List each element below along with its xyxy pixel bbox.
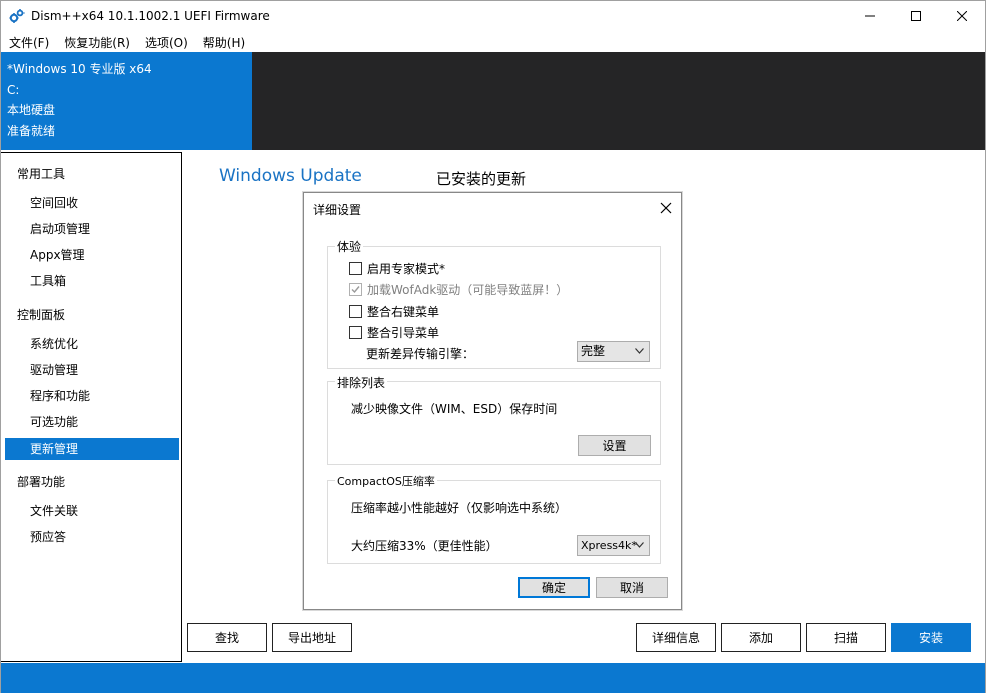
exclusion-description: 减少映像文件（WIM、ESD）保存时间	[351, 402, 558, 416]
settings-dialog: 详细设置 体验 启用专家模式* 加载WofAdk驱动（可能导致蓝屏！） 整合右键…	[303, 192, 682, 610]
menu-file[interactable]: 文件(F)	[1, 31, 56, 52]
sidebar: 常用工具 空间回收 启动项管理 Appx管理 工具箱 控制面板 系统优化 驱动管…	[1, 152, 182, 662]
drive-letter: C:	[7, 82, 20, 97]
app-window: Dism++x64 10.1.1002.1 UEFI Firmware 文件(F…	[0, 0, 986, 693]
compactos-description: 压缩率越小性能越好（仅影响选中系统）	[351, 501, 568, 515]
sidebar-item-system-optimize[interactable]: 系统优化	[5, 333, 179, 355]
exclusion-settings-button[interactable]: 设置	[578, 435, 651, 456]
compression-ratio-label: 大约压缩33%（更佳性能）	[351, 539, 498, 553]
boot-menu-option[interactable]: 整合引导菜单	[349, 324, 439, 340]
context-menu-option[interactable]: 整合右键菜单	[349, 303, 439, 319]
sidebar-item-optional-features[interactable]: 可选功能	[5, 411, 179, 433]
sidebar-item-drivers[interactable]: 驱动管理	[5, 359, 179, 381]
compression-select-value: Xpress4k*	[581, 539, 637, 552]
exclusion-legend: 排除列表	[335, 374, 388, 391]
system-info-panel[interactable]: *Windows 10 专业版 x64 C: 本地硬盘 准备就绪	[1, 52, 252, 150]
sidebar-item-startup[interactable]: 启动项管理	[5, 218, 179, 240]
window-title: Dism++x64 10.1.1002.1 UEFI Firmware	[31, 9, 270, 23]
boot-menu-label: 整合引导菜单	[367, 325, 440, 340]
context-menu-checkbox[interactable]	[349, 304, 362, 318]
sidebar-item-file-assoc[interactable]: 文件关联	[5, 500, 179, 522]
engine-label: 更新差异传输引擎：	[366, 347, 475, 361]
compactos-legend: CompactOS压缩率	[335, 473, 437, 489]
experience-legend: 体验	[335, 238, 364, 255]
expert-mode-label: 启用专家模式*	[367, 261, 446, 276]
boot-menu-checkbox[interactable]	[349, 325, 362, 339]
close-icon	[957, 11, 967, 21]
status-text: 准备就绪	[7, 123, 56, 138]
checkmark-icon	[351, 285, 360, 293]
chevron-down-icon	[635, 542, 644, 548]
add-button[interactable]: 添加	[721, 623, 801, 652]
sidebar-item-programs[interactable]: 程序和功能	[5, 385, 179, 407]
compression-select[interactable]: Xpress4k*	[577, 535, 650, 556]
sidebar-item-answer-file[interactable]: 预应答	[5, 526, 179, 548]
menu-options[interactable]: 选项(O)	[137, 31, 195, 52]
scan-button[interactable]: 扫描	[806, 623, 886, 652]
sidebar-group-deploy: 部署功能	[17, 475, 66, 489]
find-button[interactable]: 查找	[187, 623, 267, 652]
status-bar	[1, 663, 985, 693]
sidebar-item-appx[interactable]: Appx管理	[5, 244, 179, 266]
os-name: *Windows 10 专业版 x64	[7, 62, 152, 76]
system-list-area	[252, 52, 985, 150]
context-menu-label: 整合右键菜单	[367, 304, 440, 319]
close-icon[interactable]	[659, 201, 673, 215]
sidebar-group-control-panel: 控制面板	[17, 308, 66, 322]
minimize-button[interactable]	[847, 1, 893, 31]
export-address-button[interactable]: 导出地址	[272, 623, 352, 652]
chevron-down-icon	[635, 348, 644, 354]
engine-select-value: 完整	[581, 344, 606, 358]
sidebar-item-toolbox[interactable]: 工具箱	[5, 270, 179, 292]
menu-help[interactable]: 帮助(H)	[195, 31, 252, 52]
gear-icon	[9, 9, 25, 23]
cancel-button[interactable]: 取消	[596, 577, 668, 598]
sidebar-group-common-tools: 常用工具	[17, 167, 66, 181]
disk-type: 本地硬盘	[7, 103, 56, 117]
page-subtitle: 已安装的更新	[436, 170, 527, 188]
wofadk-option: 加载WofAdk驱动（可能导致蓝屏！）	[349, 281, 568, 297]
menu-bar: 文件(F) 恢复功能(R) 选项(O) 帮助(H)	[1, 31, 985, 52]
wofadk-checkbox	[349, 282, 362, 296]
maximize-button[interactable]	[893, 1, 939, 31]
maximize-icon	[911, 11, 921, 21]
dialog-title: 详细设置	[313, 203, 362, 217]
expert-mode-checkbox[interactable]	[349, 261, 362, 275]
engine-select[interactable]: 完整	[577, 341, 650, 362]
page-title: Windows Update	[219, 166, 362, 186]
wofadk-label: 加载WofAdk驱动（可能导致蓝屏！）	[367, 282, 569, 297]
sidebar-item-space-cleanup[interactable]: 空间回收	[5, 192, 179, 214]
minimize-icon	[865, 15, 875, 17]
details-button[interactable]: 详细信息	[636, 623, 716, 652]
sidebar-item-updates[interactable]: 更新管理	[5, 438, 179, 460]
menu-restore[interactable]: 恢复功能(R)	[56, 31, 137, 52]
close-button[interactable]	[939, 1, 985, 31]
install-button[interactable]: 安装	[891, 623, 971, 652]
title-bar[interactable]: Dism++x64 10.1.1002.1 UEFI Firmware	[1, 1, 985, 31]
expert-mode-option[interactable]: 启用专家模式*	[349, 260, 445, 276]
ok-button[interactable]: 确定	[518, 577, 590, 598]
